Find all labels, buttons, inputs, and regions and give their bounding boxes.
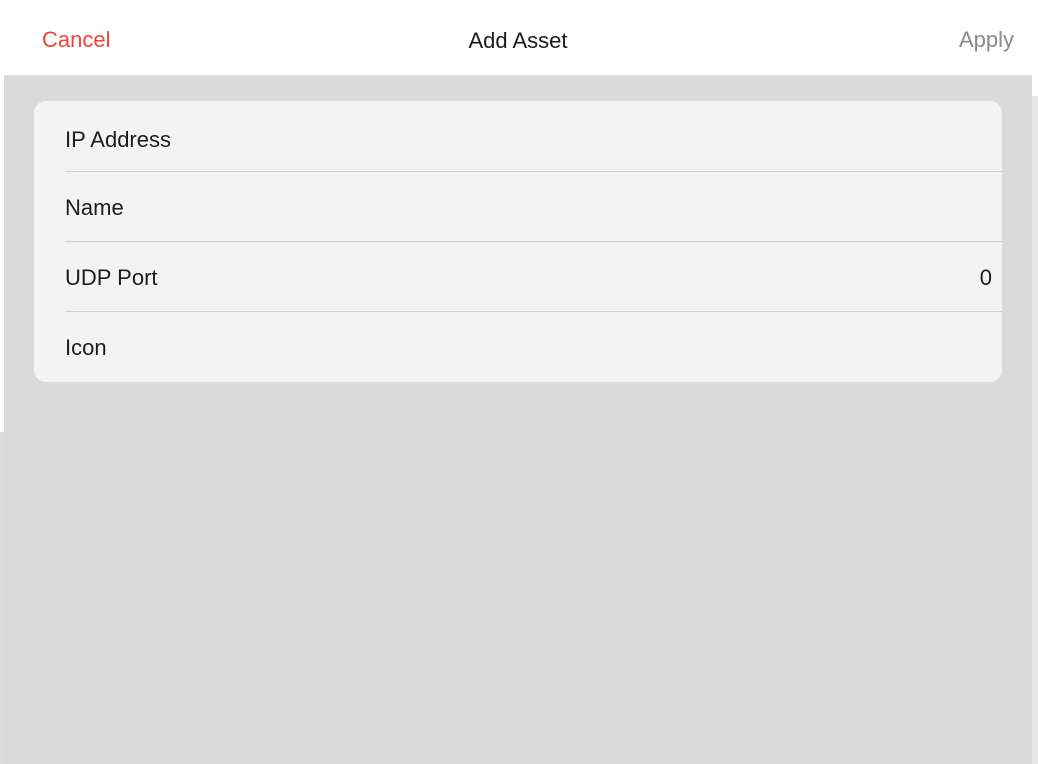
name-field[interactable]: Name (34, 171, 1002, 241)
ip-address-field[interactable]: IP Address (34, 101, 1002, 171)
backdrop-edge-right (1032, 96, 1038, 764)
icon-label: Icon (65, 335, 107, 360)
udp-port-label: UDP Port (65, 265, 158, 290)
asset-form: IP Address Name UDP Port 0 Icon (34, 101, 1002, 382)
page-title: Add Asset (468, 28, 568, 53)
name-label: Name (65, 195, 124, 220)
navigation-bar: Cancel Add Asset Apply (4, 0, 1032, 76)
udp-port-value: 0 (979, 265, 992, 290)
udp-port-field[interactable]: UDP Port 0 (34, 241, 1002, 311)
app-window: Cancel Add Asset Apply IP Address Name U… (0, 0, 1038, 764)
ip-address-label: IP Address (65, 127, 171, 152)
add-asset-sheet: Cancel Add Asset Apply IP Address Name U… (4, 0, 1032, 764)
apply-button[interactable]: Apply (959, 27, 1014, 53)
icon-field[interactable]: Icon (34, 311, 1002, 381)
